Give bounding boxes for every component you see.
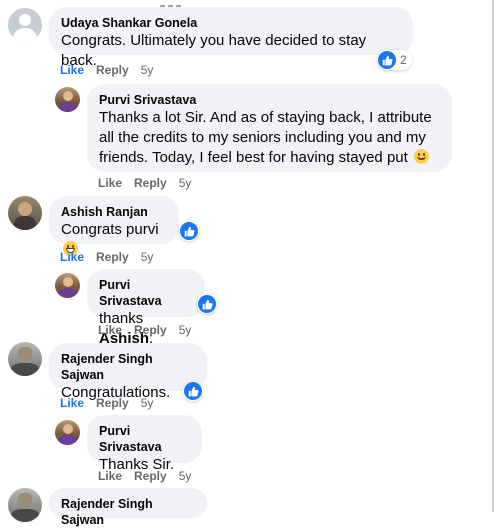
comment-age[interactable]: 5y [141,396,154,410]
comment-bubble-purvi: Purvi Srivastava Thanks Sir. [87,415,202,473]
comment-age[interactable]: 5y [179,469,192,483]
comment-bubble-ashish: Ashish Ranjan Congrats purvi [49,196,179,256]
reply-button[interactable]: Reply [96,396,129,410]
avatar-purvi[interactable] [55,87,80,112]
comment-text: Congrats purvi [61,221,159,238]
comment-text-line: all the credits to my seniors including … [99,129,426,146]
like-button[interactable]: Like [98,176,122,190]
like-button[interactable]: Like [60,250,84,264]
comment-author[interactable]: Purvi Srivastava [99,92,440,108]
reaction-badge[interactable]: 2 [377,50,412,70]
comment-bubble-purvi: Purvi Srivastava Thanks a lot Sir. And a… [87,84,452,172]
like-button[interactable]: Like [60,63,84,77]
avatar-ashish[interactable] [8,196,42,230]
reaction-badge[interactable] [183,381,203,401]
comment-text-line-last: friends. Today, I feel best for having s… [99,148,440,168]
comment-bubble-udaya: Udaya Shankar Gonela Congrats. Ultimatel… [49,7,413,69]
reply-button[interactable]: Reply [96,250,129,264]
comment-bubble-purvi: Purvi Srivastava thanks Ashish. [87,269,205,347]
like-button[interactable]: Like [98,323,122,337]
comment-author[interactable]: Rajender Singh Sajwan [61,351,195,383]
comment-text-fragment: friends. Today, I feel best for having s… [99,149,408,166]
avatar-rajender[interactable] [8,488,42,522]
comment-author[interactable]: Udaya Shankar Gonela [61,15,401,31]
comment-bubble-rajender: Rajender Singh Sajwan Congratulations. [49,343,207,401]
reaction-count: 2 [400,53,407,67]
comment-author[interactable]: Rajender Singh Sajwan [61,496,195,528]
reply-button[interactable]: Reply [134,323,167,337]
avatar-purvi[interactable] [55,273,80,298]
reaction-badge[interactable] [179,221,199,241]
thumbs-up-icon [378,51,396,69]
comment-author[interactable]: Purvi Srivastava [99,277,193,309]
like-button[interactable]: Like [98,469,122,483]
comment-actions: Like Reply 5y [98,322,191,338]
avatar-udaya[interactable] [8,8,42,42]
avatar-rajender[interactable] [8,342,42,376]
comment-actions: Like Reply 5y [60,62,153,78]
comment-age[interactable]: 5y [179,323,192,337]
reply-button[interactable]: Reply [96,63,129,77]
thumbs-up-icon [180,222,198,240]
comment-actions: Like Reply 5y [98,175,191,191]
thumbs-up-icon [184,382,202,400]
reply-button[interactable]: Reply [134,176,167,190]
comment-author[interactable]: Ashish Ranjan [61,204,167,220]
comment-age[interactable]: 5y [179,176,192,190]
like-button[interactable]: Like [60,396,84,410]
comment-author[interactable]: Purvi Srivastava [99,423,190,455]
truncated-actions-above [160,0,230,10]
comment-actions: Like Reply 5y [60,395,153,411]
smiling-face-emoji [413,149,429,164]
comment-age[interactable]: 5y [141,63,154,77]
thumbs-up-icon [198,295,216,313]
comment-text-line: Thanks a lot Sir. And as of staying back… [99,109,432,126]
comment-age[interactable]: 5y [141,250,154,264]
comment-bubble-rajender: Rajender Singh Sajwan [49,488,207,527]
reaction-badge[interactable] [197,294,217,314]
comment-actions: Like Reply 5y [60,249,153,265]
avatar-purvi[interactable] [55,420,80,445]
comment-actions: Like Reply 5y [98,468,191,484]
reply-button[interactable]: Reply [134,469,167,483]
